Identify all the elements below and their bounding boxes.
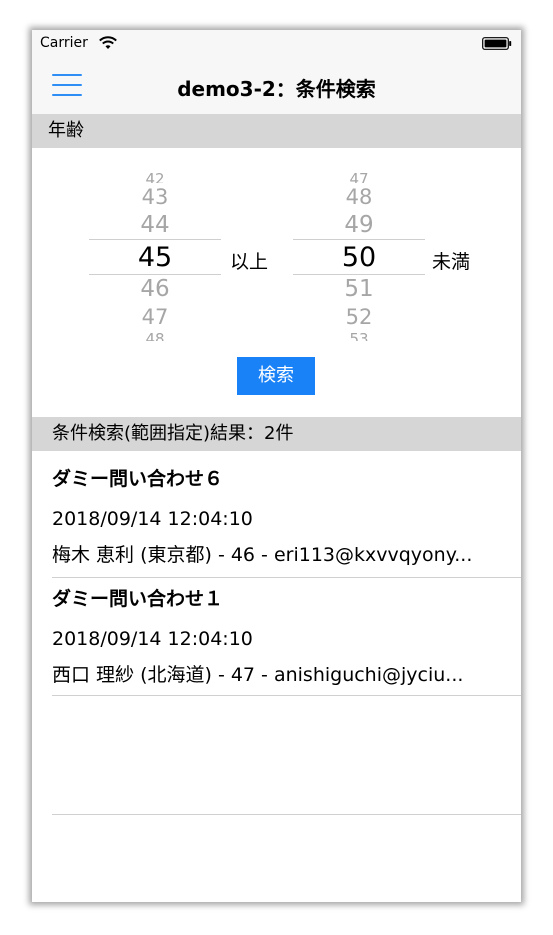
- picker-option[interactable]: 47: [89, 305, 221, 329]
- picker-selected-value[interactable]: 50: [293, 242, 425, 273]
- picker-selected-value[interactable]: 45: [89, 242, 221, 273]
- carrier-label: Carrier: [40, 35, 88, 51]
- list-divider: [52, 695, 521, 696]
- picker-option[interactable]: 47: [293, 171, 425, 183]
- search-button[interactable]: 検索: [237, 357, 315, 395]
- picker-option[interactable]: 53: [293, 330, 425, 341]
- item-title: ダミー問い合わせ６: [52, 468, 224, 490]
- picker-option[interactable]: 48: [89, 330, 221, 341]
- list-divider: [52, 814, 521, 815]
- page-title: demo3-2：条件検索: [177, 77, 376, 101]
- status-bar: Carrier: [32, 30, 521, 56]
- battery-icon: [482, 37, 512, 50]
- picker-option[interactable]: 48: [293, 185, 425, 209]
- picker-selection-line-top: [293, 239, 425, 240]
- list-item[interactable]: ダミー問い合わせ１ 2018/09/14 12:04:10 西口 理紗 (北海道…: [32, 578, 521, 696]
- item-date: 2018/09/14 12:04:10: [52, 628, 253, 650]
- app-window: Carrier demo3-2：条件検索 年齢 42 43 44 45 46 4…: [32, 30, 521, 902]
- navigation-bar: demo3-2：条件検索: [32, 56, 521, 114]
- picker-option[interactable]: 46: [89, 276, 221, 302]
- item-detail: 梅木 恵利 (東京都) - 46 - eri113@kxvvqyony...: [52, 544, 473, 566]
- picker-option[interactable]: 52: [293, 305, 425, 329]
- results-section-header: 条件検索(範囲指定)結果：2件: [32, 417, 521, 451]
- max-age-unit-label: 未満: [432, 251, 471, 273]
- picker-option[interactable]: 49: [293, 212, 425, 238]
- picker-option[interactable]: 43: [89, 185, 221, 209]
- list-item[interactable]: ダミー問い合わせ６ 2018/09/14 12:04:10 梅木 恵利 (東京都…: [32, 450, 521, 578]
- min-age-picker[interactable]: 42 43 44 45 46 47 48: [89, 171, 221, 341]
- max-age-picker[interactable]: 47 48 49 50 51 52 53: [293, 171, 425, 341]
- age-section-header: 年齢: [32, 114, 521, 148]
- item-detail: 西口 理紗 (北海道) - 47 - anishiguchi@jyciu...: [52, 664, 464, 686]
- min-age-unit-label: 以上: [230, 251, 269, 273]
- picker-selection-line-bottom: [89, 274, 221, 275]
- picker-selection-line-top: [89, 239, 221, 240]
- item-title: ダミー問い合わせ１: [52, 588, 224, 610]
- item-date: 2018/09/14 12:04:10: [52, 508, 253, 530]
- picker-option[interactable]: 44: [89, 212, 221, 238]
- picker-selection-line-bottom: [293, 274, 425, 275]
- wifi-icon: [99, 36, 117, 49]
- picker-option[interactable]: 51: [293, 276, 425, 302]
- picker-option[interactable]: 42: [89, 171, 221, 183]
